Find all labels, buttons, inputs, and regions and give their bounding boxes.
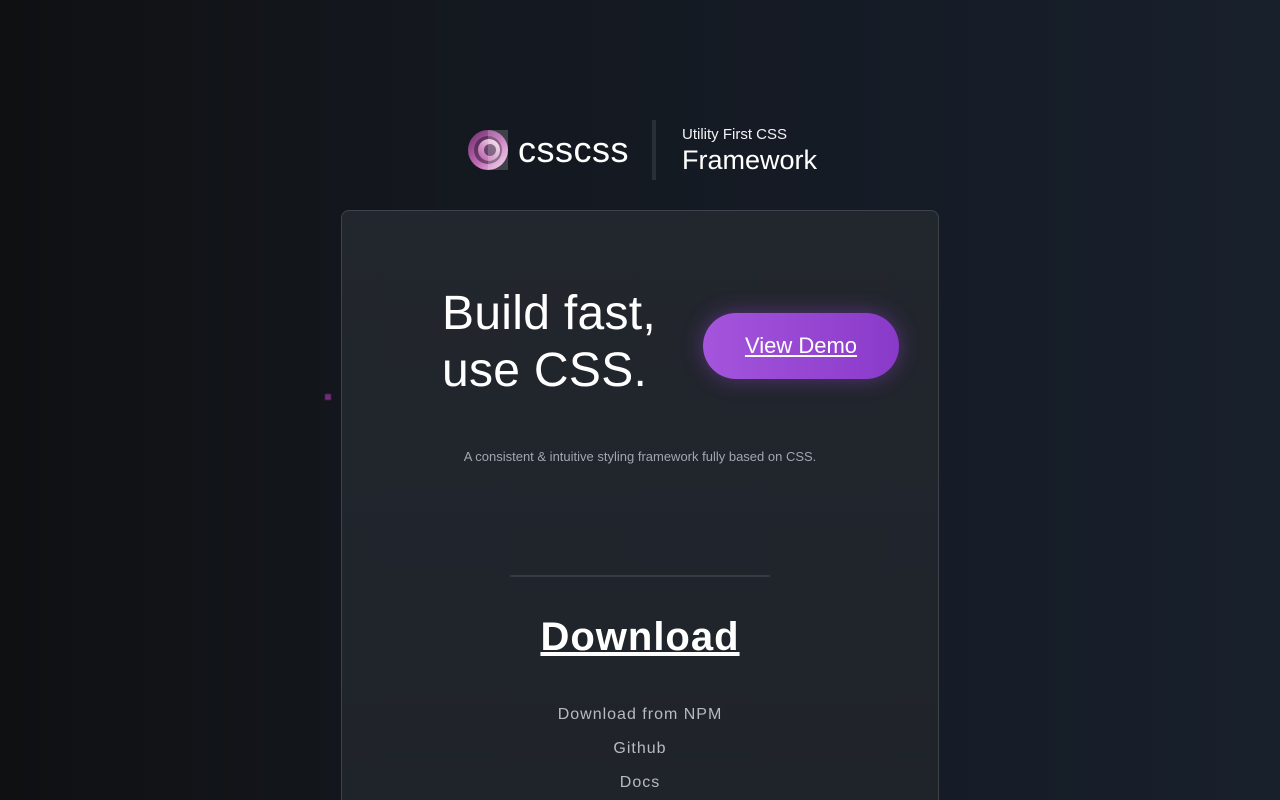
section-divider: [510, 575, 770, 577]
hero-headline: Build fast, use CSS.: [442, 285, 702, 399]
download-npm-link[interactable]: Download from NPM: [342, 698, 938, 732]
brand-name: csscss: [518, 129, 629, 170]
headline-line-2: use CSS.: [442, 344, 648, 397]
decorative-glow-dot: [325, 394, 331, 400]
view-demo-button[interactable]: View Demo: [703, 313, 899, 379]
tagline-large: Framework: [682, 145, 818, 175]
logo-icon[interactable]: [468, 130, 508, 170]
github-link[interactable]: Github: [342, 732, 938, 766]
tagline-small: Utility First CSS: [682, 126, 787, 143]
hero-card: Build fast, use CSS. View Demo A consist…: [341, 210, 939, 800]
hero-description: A consistent & intuitive styling framewo…: [463, 449, 817, 464]
header-divider: [652, 120, 656, 180]
download-heading-link[interactable]: Download: [342, 613, 938, 661]
site-header: csscss Utility First CSS Framework: [0, 120, 1280, 180]
headline-line-1: Build fast,: [442, 287, 657, 340]
download-links-list: Download from NPM Github Docs: [342, 698, 938, 800]
docs-link[interactable]: Docs: [342, 766, 938, 800]
